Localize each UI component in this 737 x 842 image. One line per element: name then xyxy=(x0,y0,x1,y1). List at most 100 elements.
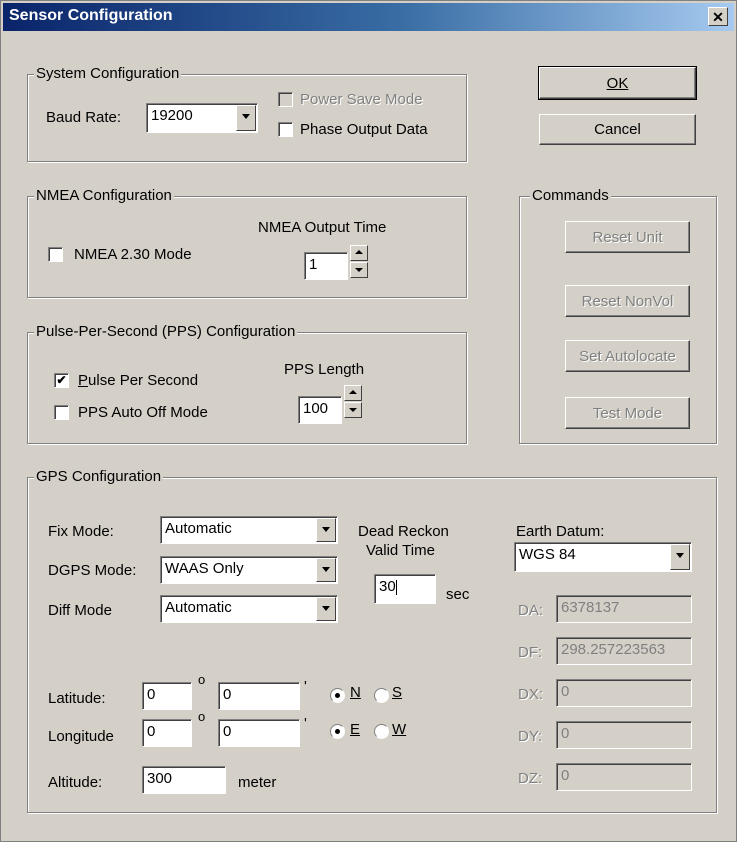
altitude-label: Altitude: xyxy=(48,774,103,791)
west-label: W xyxy=(392,721,407,738)
ok-label: OK xyxy=(606,74,629,92)
df-value: 298.257223563 xyxy=(561,641,666,658)
text-caret xyxy=(395,579,397,595)
east-label: E xyxy=(350,721,361,738)
degree-symbol: o xyxy=(198,709,206,724)
altitude-input[interactable]: 300 xyxy=(142,766,226,794)
dy-label: DY: xyxy=(518,728,543,745)
sec-label: sec xyxy=(446,586,470,603)
spin-down-icon[interactable] xyxy=(350,262,368,278)
latitude-degrees-value: 0 xyxy=(147,686,156,703)
earth-datum-label: Earth Datum: xyxy=(516,523,605,540)
dx-label: DX: xyxy=(518,686,544,703)
set-autolocate-button[interactable]: Set Autolocate xyxy=(565,340,690,372)
pps-auto-off-label: PPS Auto Off Mode xyxy=(78,404,208,421)
phase-output-label: Phase Output Data xyxy=(300,121,428,138)
gps-config-group: GPS Configuration Fix Mode: Automatic DG… xyxy=(27,468,717,813)
fix-mode-label: Fix Mode: xyxy=(48,523,114,540)
fix-mode-value: Automatic xyxy=(165,520,232,537)
spin-up-icon[interactable] xyxy=(350,245,368,261)
diff-mode-combo[interactable]: Automatic xyxy=(160,595,338,623)
nmea-output-time-input[interactable]: 1 xyxy=(304,252,348,280)
nmea-230-checkbox[interactable] xyxy=(48,247,63,262)
diff-mode-value: Automatic xyxy=(165,599,232,616)
nmea-output-time-label: NMEA Output Time xyxy=(258,219,387,236)
pps-label-rest: ulse Per Second xyxy=(88,372,199,389)
earth-datum-combo[interactable]: WGS 84 xyxy=(514,542,692,572)
east-radio[interactable] xyxy=(330,724,345,739)
longitude-minutes-input[interactable]: 0 xyxy=(218,719,300,747)
pps-length-input[interactable]: 100 xyxy=(298,396,342,424)
nmea-output-time-value: 1 xyxy=(309,256,318,273)
minute-symbol: ' xyxy=(304,678,307,695)
south-label: S xyxy=(392,684,403,701)
latitude-minutes-value: 0 xyxy=(223,686,232,703)
pps-label: Pulse Per Second xyxy=(78,372,198,389)
baud-rate-combo[interactable]: 19200 xyxy=(146,103,258,133)
dy-field: 0 xyxy=(556,721,692,749)
commands-group: Commands Reset Unit Reset NonVol Set Aut… xyxy=(519,187,717,444)
power-save-checkbox[interactable] xyxy=(278,92,293,107)
baud-rate-value: 19200 xyxy=(151,107,193,124)
pps-length-value: 100 xyxy=(303,400,329,417)
da-field: 6378137 xyxy=(556,595,692,623)
meter-label: meter xyxy=(238,774,277,791)
dy-value: 0 xyxy=(561,725,570,742)
pps-config-legend: Pulse-Per-Second (PPS) Configuration xyxy=(34,323,298,340)
da-value: 6378137 xyxy=(561,599,620,616)
reset-nonvol-button[interactable]: Reset NonVol xyxy=(565,285,690,317)
pps-auto-off-checkbox[interactable] xyxy=(54,405,69,420)
latitude-minutes-input[interactable]: 0 xyxy=(218,682,300,710)
df-field: 298.257223563 xyxy=(556,637,692,665)
dead-reckon-input[interactable]: 30 xyxy=(374,574,436,604)
minute-symbol: ' xyxy=(304,715,307,732)
altitude-value: 300 xyxy=(147,770,173,787)
ok-button[interactable]: OK xyxy=(538,66,697,100)
latitude-degrees-input[interactable]: 0 xyxy=(142,682,192,710)
cancel-button[interactable]: Cancel xyxy=(539,114,696,145)
spin-down-icon[interactable] xyxy=(344,402,362,418)
longitude-degrees-input[interactable]: 0 xyxy=(142,719,192,747)
south-radio[interactable] xyxy=(374,688,389,703)
north-label: N xyxy=(350,684,361,701)
pps-label-first-letter: P xyxy=(78,372,89,389)
chevron-down-icon[interactable] xyxy=(316,518,336,542)
close-icon[interactable]: ✕ xyxy=(708,7,728,26)
system-config-group: System Configuration Baud Rate: 19200 Po… xyxy=(27,65,467,162)
dgps-mode-combo[interactable]: WAAS Only xyxy=(160,556,338,584)
earth-datum-value: WGS 84 xyxy=(519,546,576,563)
dead-reckon-label-line2: Valid Time xyxy=(366,542,435,559)
fix-mode-combo[interactable]: Automatic xyxy=(160,516,338,544)
chevron-down-icon[interactable] xyxy=(670,544,690,570)
dz-label: DZ: xyxy=(518,770,543,787)
pps-length-label: PPS Length xyxy=(284,361,365,378)
reset-unit-button[interactable]: Reset Unit xyxy=(565,221,690,253)
nmea-output-time-spinner[interactable] xyxy=(350,245,368,279)
nmea-config-group: NMEA Configuration NMEA 2.30 Mode NMEA O… xyxy=(27,187,467,298)
dead-reckon-label-line1: Dead Reckon xyxy=(358,523,449,540)
window-title: Sensor Configuration xyxy=(9,7,173,24)
dz-field: 0 xyxy=(556,763,692,791)
dead-reckon-text: 30 xyxy=(379,578,396,595)
test-mode-button[interactable]: Test Mode xyxy=(565,397,690,429)
dgps-mode-value: WAAS Only xyxy=(165,560,244,577)
north-radio[interactable] xyxy=(330,688,345,703)
pps-length-spinner[interactable] xyxy=(344,385,362,419)
longitude-label: Longitude xyxy=(48,728,114,745)
west-radio[interactable] xyxy=(374,724,389,739)
nmea-230-label: NMEA 2.30 Mode xyxy=(74,246,192,263)
title-bar[interactable]: Sensor Configuration ✕ xyxy=(3,3,734,31)
degree-symbol: o xyxy=(198,672,206,687)
phase-output-checkbox[interactable] xyxy=(278,122,293,137)
pps-checkbox[interactable]: ✔ xyxy=(54,373,69,388)
df-label: DF: xyxy=(518,644,543,661)
dx-field: 0 xyxy=(556,679,692,707)
chevron-down-icon[interactable] xyxy=(316,558,336,582)
chevron-down-icon[interactable] xyxy=(316,597,336,621)
longitude-degrees-value: 0 xyxy=(147,723,156,740)
da-label: DA: xyxy=(518,602,544,619)
power-save-label: Power Save Mode xyxy=(300,91,423,108)
system-config-legend: System Configuration xyxy=(34,65,182,82)
spin-up-icon[interactable] xyxy=(344,385,362,401)
chevron-down-icon[interactable] xyxy=(236,105,256,131)
